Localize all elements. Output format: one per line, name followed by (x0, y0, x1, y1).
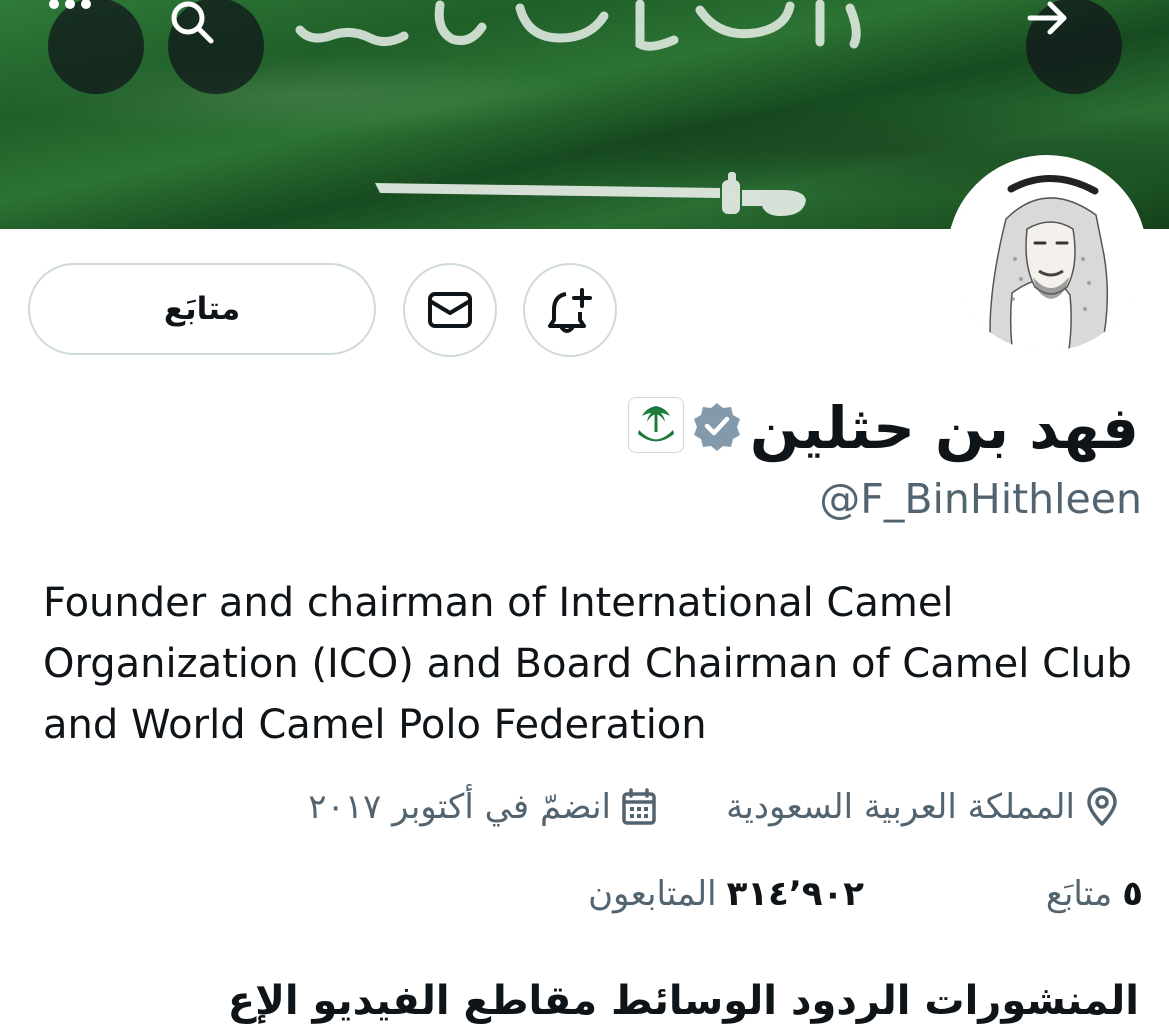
saudi-emblem-icon (638, 406, 674, 442)
location-text: المملكة العربية السعودية (726, 787, 1075, 827)
location-item: المملكة العربية السعودية (726, 782, 1119, 832)
following-count: ٥ (1122, 874, 1143, 914)
followers-label: المتابعون (588, 874, 717, 914)
profile-tabs-partial[interactable]: المنشورات الردود الوسائط مقاطع الفيديو ا… (228, 978, 1139, 1024)
followers-stat[interactable]: ٣١٤٬٩٠٢ المتابعون (588, 866, 864, 922)
search-button[interactable] (168, 0, 264, 94)
calendar-icon (622, 788, 656, 825)
more-button[interactable] (48, 0, 144, 94)
following-button-label: متابَع (163, 291, 241, 327)
following-button[interactable]: متابَع (28, 263, 376, 355)
arrow-right-icon (1027, 1, 1067, 35)
profile-bio: Founder and chairman of International Ca… (43, 580, 1132, 748)
message-button[interactable] (403, 263, 497, 357)
followers-count: ٣١٤٬٩٠٢ (726, 874, 864, 914)
affiliate-badge[interactable] (628, 397, 684, 453)
mail-icon (428, 292, 472, 328)
more-horizontal-icon (49, 0, 91, 9)
display-name: فهد بن حثلين (749, 394, 1139, 462)
avatar-sketch (951, 159, 1143, 351)
avatar[interactable] (947, 155, 1147, 355)
username-handle: @F_BinHithleen (819, 475, 1142, 523)
joined-text: انضمّ في أكتوبر ٢٠١٧ (308, 787, 611, 827)
following-stat[interactable]: ٥ متابَع (1046, 866, 1143, 922)
search-icon (171, 1, 214, 44)
joined-item: انضمّ في أكتوبر ٢٠١٧ (308, 782, 657, 832)
location-pin-icon (1087, 787, 1117, 826)
following-label: متابَع (1045, 874, 1113, 914)
notify-button[interactable] (523, 263, 617, 357)
back-button[interactable] (1026, 0, 1122, 94)
bell-plus-icon (548, 288, 592, 333)
verified-badge-icon[interactable] (692, 401, 742, 451)
